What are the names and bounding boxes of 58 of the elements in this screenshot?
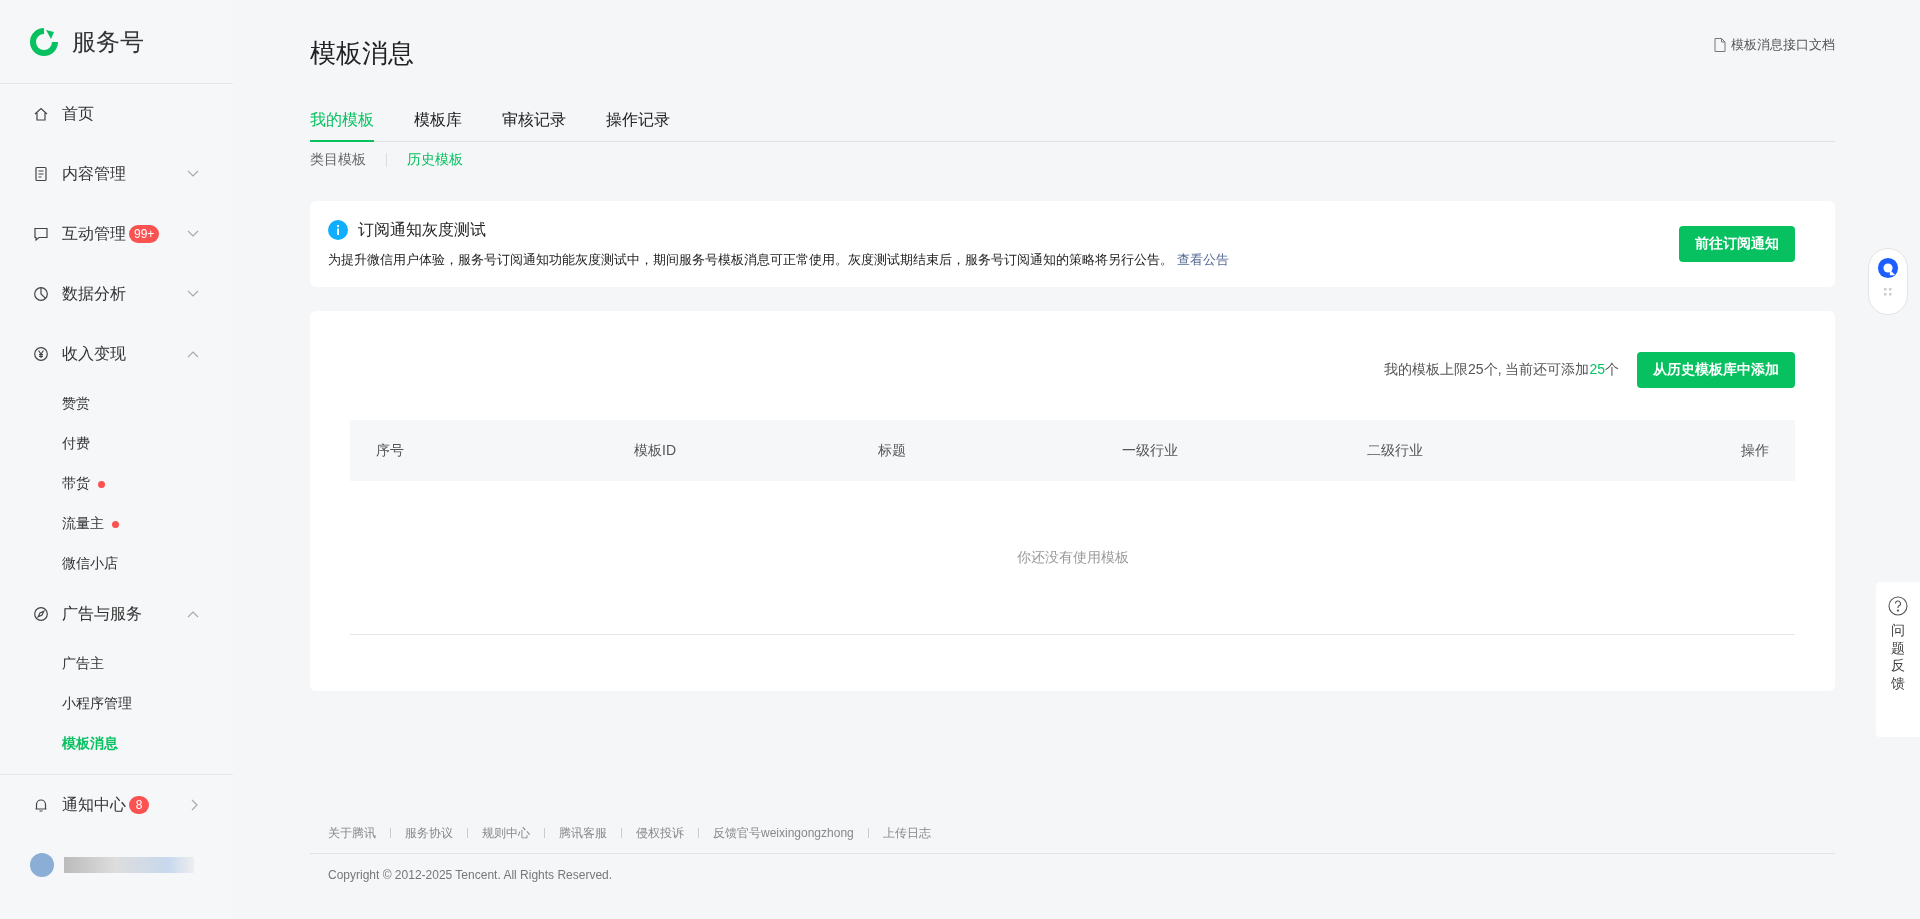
pie-chart-icon xyxy=(33,286,49,302)
compass-icon xyxy=(33,606,49,622)
tab[interactable]: 审核记录 xyxy=(502,102,566,142)
tab[interactable]: 模板库 xyxy=(414,102,462,142)
empty-message: 你还没有使用模板 xyxy=(1016,548,1129,567)
footer-link[interactable]: 服务协议 xyxy=(405,824,453,842)
footer-link[interactable]: 上传日志 xyxy=(882,824,931,842)
yen-icon xyxy=(33,346,49,362)
feedback-button[interactable]: 问题反馈 xyxy=(1876,582,1920,737)
logo-icon xyxy=(28,25,60,58)
brand-name: 服务号 xyxy=(72,26,144,57)
avatar[interactable] xyxy=(30,853,54,877)
nav-subitem[interactable]: 小程序管理 xyxy=(0,684,233,724)
document-icon xyxy=(1714,38,1726,52)
page-title: 模板消息 xyxy=(310,37,414,70)
notification-center-item[interactable]: 通知中心 8 xyxy=(0,775,233,835)
nav-item[interactable]: 内容管理 xyxy=(0,144,233,204)
footer-link[interactable]: 侵权投诉 xyxy=(636,824,684,842)
chat-bubble-icon xyxy=(1877,257,1899,279)
nav-item[interactable]: 互动管理 99+ xyxy=(0,204,233,264)
column-header: 模板ID xyxy=(634,441,677,460)
help-icon xyxy=(1888,596,1908,616)
count-badge: 8 xyxy=(129,796,149,814)
notice-text: 为提升微信用户体验，服务号订阅通知功能灰度测试中，期间服务号模板消息可正常使用。灰度测试期结束后，服务号订阅通知的策略将另行公告。 查看公告 xyxy=(328,250,1230,269)
nav-item[interactable]: 广告与服务 xyxy=(0,584,233,644)
nav-item[interactable]: 首页 xyxy=(0,84,233,144)
column-header: 操作 xyxy=(1741,441,1769,460)
nav-subitem[interactable]: 赞赏 xyxy=(0,384,233,424)
home-icon xyxy=(33,106,49,122)
notice-title: 订阅通知灰度测试 xyxy=(358,219,486,240)
tab[interactable]: 操作记录 xyxy=(606,102,670,142)
bell-icon xyxy=(33,797,49,813)
assistant-widget[interactable] xyxy=(1868,248,1908,315)
chat-icon xyxy=(33,226,49,242)
count-badge: 99+ xyxy=(129,225,160,243)
nav-subitem[interactable]: 微信小店 xyxy=(0,544,233,584)
column-header: 标题 xyxy=(878,441,907,460)
nav-subitem[interactable]: 广告主 xyxy=(0,644,233,684)
nav-subitem[interactable]: 付费 xyxy=(0,424,233,464)
footer-link[interactable]: 关于腾讯 xyxy=(328,824,376,842)
nav-subitem[interactable]: 流量主 xyxy=(0,504,233,544)
info-icon xyxy=(328,220,348,240)
copyright: Copyright © 2012-2025 Tencent. All Rights Reserved. xyxy=(310,853,1835,882)
column-header: 一级行业 xyxy=(1122,441,1179,460)
subtab[interactable]: 类目模板 xyxy=(310,151,366,169)
footer-link[interactable]: 反馈官号weixingongzhong xyxy=(713,824,854,842)
document-icon xyxy=(33,166,49,182)
chevron-right-icon xyxy=(191,799,199,811)
nav-item[interactable]: 收入变现 xyxy=(0,324,233,384)
column-header: 二级行业 xyxy=(1367,441,1424,460)
doc-link[interactable]: 模板消息接口文档 xyxy=(1714,36,1835,54)
footer-link[interactable]: 腾讯客服 xyxy=(559,824,607,842)
announcement-link[interactable]: 查看公告 xyxy=(1177,251,1229,267)
quota-text: 我的模板上限25个, 当前还可添加25个 xyxy=(1384,361,1619,379)
nav-item[interactable]: 数据分析 xyxy=(0,264,233,324)
nav-subitem[interactable]: 带货 xyxy=(0,464,233,504)
column-header: 序号 xyxy=(376,441,405,460)
drag-handle-icon[interactable] xyxy=(1884,288,1892,296)
